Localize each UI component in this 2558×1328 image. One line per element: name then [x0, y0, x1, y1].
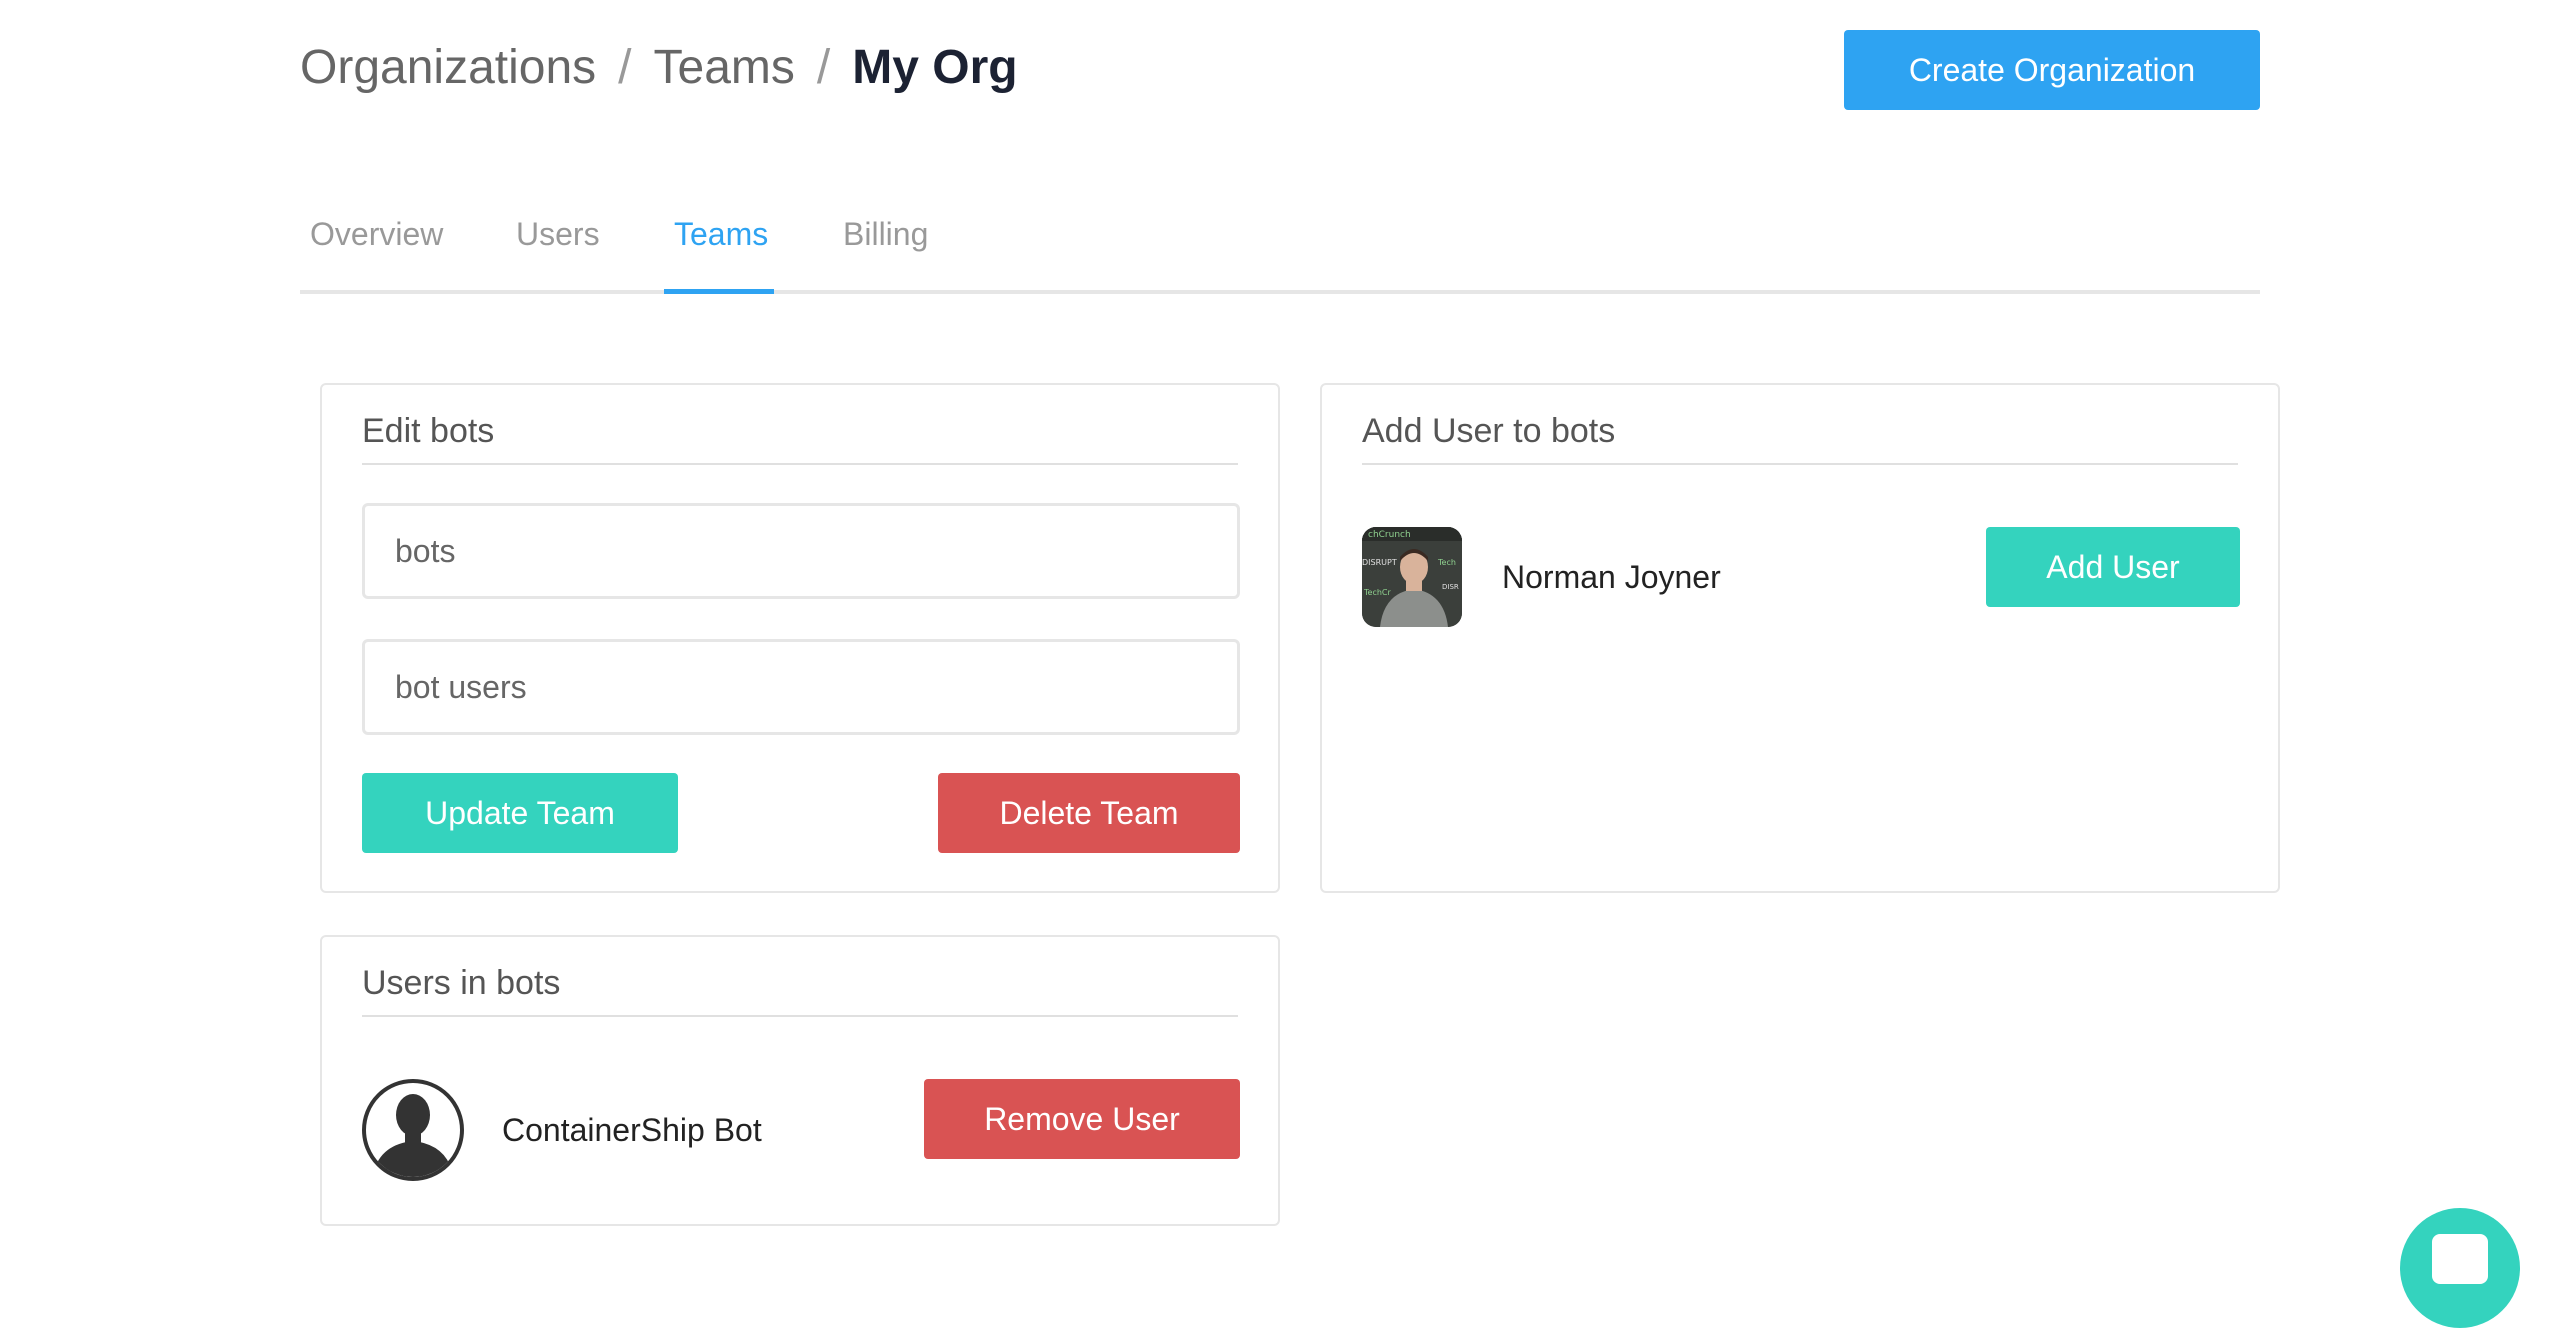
- svg-text:DISRUPT: DISRUPT: [1362, 558, 1397, 567]
- delete-team-button[interactable]: Delete Team: [938, 773, 1240, 853]
- default-avatar: [362, 1079, 464, 1181]
- team-user-name: ContainerShip Bot: [502, 1112, 762, 1148]
- tab-bar: Overview Users Teams Billing: [300, 200, 2260, 294]
- active-tab-indicator: [664, 289, 774, 294]
- update-team-button[interactable]: Update Team: [362, 773, 678, 853]
- tab-overview[interactable]: Overview: [310, 214, 443, 254]
- add-user-title: Add User to bots: [1362, 411, 2238, 465]
- breadcrumb-teams[interactable]: Teams: [654, 41, 795, 94]
- add-user-button[interactable]: Add User: [1986, 527, 2240, 607]
- user-silhouette-icon: [362, 1079, 464, 1181]
- remove-user-button[interactable]: Remove User: [924, 1079, 1240, 1159]
- tab-users[interactable]: Users: [516, 214, 600, 254]
- page-header: Organizations / Teams / My Org Create Organi…: [300, 0, 2260, 140]
- edit-team-card: Edit bots Update Team Delete Team: [320, 383, 1280, 893]
- add-user-name: Norman Joyner: [1502, 559, 1721, 595]
- breadcrumb-organizations[interactable]: Organizations: [300, 41, 596, 94]
- svg-text:DISR: DISR: [1442, 583, 1459, 591]
- user-avatar: chCrunch DISRUPT Tech TechCr DISR: [1362, 527, 1462, 627]
- team-users-card: Users in bots ContainerShip Bot Remove U…: [320, 935, 1280, 1226]
- create-organization-button[interactable]: Create Organization: [1844, 30, 2260, 110]
- team-description-input[interactable]: [362, 639, 1240, 735]
- chat-icon: [2432, 1234, 2488, 1284]
- tab-teams[interactable]: Teams: [674, 214, 768, 254]
- user-photo-icon: chCrunch DISRUPT Tech TechCr DISR: [1362, 527, 1462, 627]
- chat-widget-button[interactable]: [2400, 1208, 2520, 1328]
- breadcrumb-separator: /: [816, 41, 831, 94]
- edit-team-title: Edit bots: [362, 411, 1238, 465]
- breadcrumb-separator: /: [618, 41, 632, 94]
- team-name-input[interactable]: [362, 503, 1240, 599]
- svg-text:Tech: Tech: [1437, 558, 1456, 567]
- svg-text:chCrunch: chCrunch: [1368, 530, 1411, 540]
- tab-billing[interactable]: Billing: [843, 214, 928, 254]
- breadcrumb-current: My Org: [852, 41, 1018, 94]
- add-user-card: Add User to bots chCrunch DISRUPT Tech T…: [1320, 383, 2280, 893]
- team-users-title: Users in bots: [362, 963, 1238, 1017]
- svg-text:TechCr: TechCr: [1363, 588, 1392, 597]
- breadcrumb: Organizations / Teams / My Org: [300, 38, 1018, 98]
